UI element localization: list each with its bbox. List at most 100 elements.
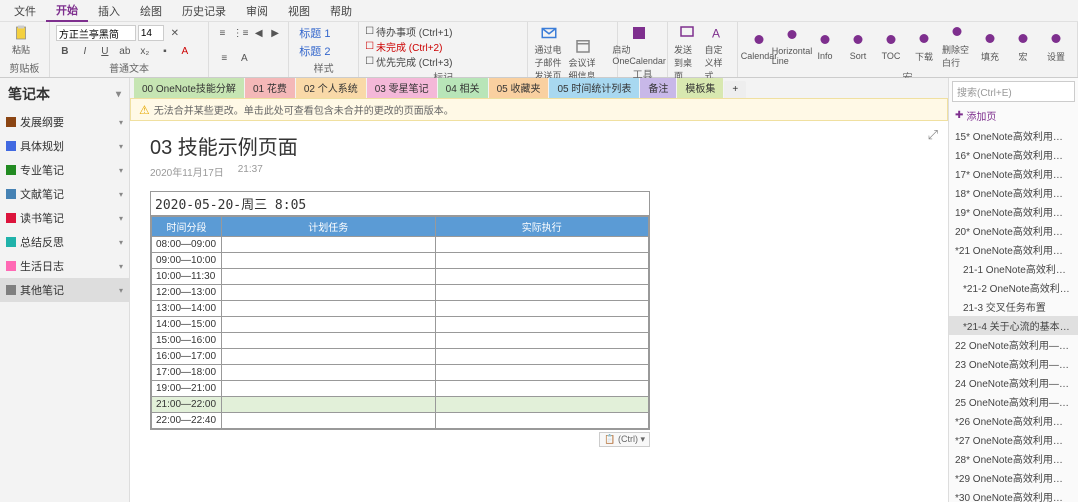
menu-tab-4[interactable]: 历史记录 xyxy=(172,1,236,21)
numbering-button[interactable]: ⋮≡ xyxy=(232,24,250,42)
section-tab[interactable]: 00 OneNote技能分解 xyxy=(134,78,244,98)
italic-button[interactable]: I xyxy=(76,42,94,60)
section-tab[interactable]: 05 收藏夹 xyxy=(489,78,549,98)
clear-format-icon[interactable]: ✕ xyxy=(166,24,184,42)
page-list-item[interactable]: 18* OneNote高效利用—日规划基本 xyxy=(949,183,1078,202)
font-size-select[interactable] xyxy=(138,25,164,41)
outdent-button[interactable]: ◀ xyxy=(252,24,266,42)
macro-9[interactable]: 设置 xyxy=(1041,31,1071,63)
page-list-item[interactable]: 23 OneNote高效利用—日规划基本描 xyxy=(949,354,1078,373)
section-tab[interactable]: 02 个人系统 xyxy=(296,78,366,98)
font-family-select[interactable] xyxy=(56,25,136,41)
table-row[interactable]: 14:00—15:00 xyxy=(152,317,649,333)
table-row[interactable]: 16:00—17:00 xyxy=(152,349,649,365)
onecalendar-button[interactable]: 启动 OneCalendar xyxy=(624,24,654,66)
macro-2[interactable]: Info xyxy=(810,32,840,61)
table-title[interactable]: 2020-05-20-周三 8:05 xyxy=(151,192,649,216)
page-title[interactable]: 03 技能示例页面 xyxy=(150,131,928,160)
macro-0[interactable]: Calendar xyxy=(744,32,774,61)
undone-tag[interactable]: ☐ 未完成 (Ctrl+2) xyxy=(365,39,521,54)
menu-tab-1[interactable]: 开始 xyxy=(46,0,88,22)
page-list-item[interactable]: *21-2 OneNote高效利用—实在想 xyxy=(949,278,1078,297)
table-row[interactable]: 22:00—22:40 xyxy=(152,413,649,429)
paste-options-button[interactable]: 📋 (Ctrl) ▾ xyxy=(599,432,650,447)
notebook-item[interactable]: 文献笔记▾ xyxy=(0,182,129,206)
indent-button[interactable]: ▶ xyxy=(268,24,282,42)
add-page-button[interactable]: ✚ 添加页 xyxy=(949,105,1078,126)
table-row[interactable]: 12:00—13:00 xyxy=(152,285,649,301)
section-tab[interactable]: 03 零星笔记 xyxy=(367,78,437,98)
menu-tab-6[interactable]: 视图 xyxy=(278,1,320,21)
fullscreen-icon[interactable]: ⤢ xyxy=(928,127,938,143)
search-input[interactable]: 搜索(Ctrl+E) xyxy=(952,81,1075,102)
table-row[interactable]: 08:00—09:00 xyxy=(152,237,649,253)
page-list-item[interactable]: *27 OneNote高效利用—什么是ORK xyxy=(949,430,1078,449)
table-row[interactable]: 19:00—21:00 xyxy=(152,381,649,397)
align-button[interactable]: ≡ xyxy=(215,50,233,68)
heading1-style[interactable]: 标题 1 xyxy=(295,24,352,42)
underline-button[interactable]: U xyxy=(96,42,114,60)
page-list-item[interactable]: *29 OneNote高效利用—关于日程规 xyxy=(949,468,1078,487)
notebook-item[interactable]: 具体规划▾ xyxy=(0,134,129,158)
macro-7[interactable]: 填充 xyxy=(975,31,1005,63)
section-tab[interactable]: 模板集 xyxy=(677,78,723,98)
notebook-item[interactable]: 生活日志▾ xyxy=(0,254,129,278)
macro-1[interactable]: Horizontal Line xyxy=(777,27,807,66)
page-list-item[interactable]: *26 OneNote高效利用—日规划基本 xyxy=(949,411,1078,430)
paste-button[interactable]: 粘贴 xyxy=(6,24,36,56)
notebook-item[interactable]: 发展纲要▾ xyxy=(0,110,129,134)
table-row[interactable]: 10:00—11:30 xyxy=(152,269,649,285)
pin-icon[interactable]: ▾ xyxy=(116,89,121,100)
page-list-item[interactable]: *21-4 关于心流的基本意义 xyxy=(949,316,1078,335)
page-canvas[interactable]: ⤢ 03 技能示例页面 2020年11月17日 21:37 2020-05-20… xyxy=(130,121,948,502)
schedule-table[interactable]: 时间分段计划任务实际执行 08:00—09:0009:00—10:0010:00… xyxy=(151,216,649,429)
page-list-item[interactable]: *21 OneNote高效利用—5min原则 xyxy=(949,240,1078,259)
page-list-item[interactable]: 15* OneNote高效利用—日规划基本 xyxy=(949,126,1078,145)
section-tab[interactable]: 01 花费 xyxy=(245,78,295,98)
page-list-item[interactable]: 16* OneNote高效利用—日规划基本 xyxy=(949,145,1078,164)
sub-button[interactable]: x₂ xyxy=(136,42,154,60)
macro-4[interactable]: TOC xyxy=(876,32,906,61)
page-list-item[interactable]: 17* OneNote高效利用—日规划基本 xyxy=(949,164,1078,183)
menu-tab-7[interactable]: 帮助 xyxy=(320,1,362,21)
section-tab[interactable]: 备注 xyxy=(640,78,676,98)
page-list-item[interactable]: 22 OneNote高效利用—日规划基本描 xyxy=(949,335,1078,354)
table-row[interactable]: 09:00—10:00 xyxy=(152,253,649,269)
table-row[interactable]: 15:00—16:00 xyxy=(152,333,649,349)
bullets-button[interactable]: ≡ xyxy=(215,24,229,42)
menu-tab-0[interactable]: 文件 xyxy=(4,1,46,21)
page-list-item[interactable]: 19* OneNote高效利用—日规划基本 xyxy=(949,202,1078,221)
send-desktop-button[interactable]: 发送到桌面 xyxy=(674,24,701,82)
menu-tab-2[interactable]: 插入 xyxy=(88,1,130,21)
table-row[interactable]: 21:00—22:00 xyxy=(152,397,649,413)
page-list-item[interactable]: 21-1 OneNote高效利用—等间距键 xyxy=(949,259,1078,278)
menu-tab-5[interactable]: 审阅 xyxy=(236,1,278,21)
a-button[interactable]: A xyxy=(235,50,253,68)
font-color-button[interactable]: A xyxy=(176,42,194,60)
notebook-item[interactable]: 读书笔记▾ xyxy=(0,206,129,230)
meeting-button[interactable]: 会议详细信息 xyxy=(568,37,598,82)
priority-tag[interactable]: ☐ 优先完成 (Ctrl+3) xyxy=(365,54,521,69)
menu-tab-3[interactable]: 绘图 xyxy=(130,1,172,21)
strike-button[interactable]: ab xyxy=(116,42,134,60)
notebook-item[interactable]: 总结反思▾ xyxy=(0,230,129,254)
heading2-style[interactable]: 标题 2 xyxy=(295,42,352,60)
page-list-item[interactable]: 20* OneNote高效利用—日规划模板 xyxy=(949,221,1078,240)
macro-5[interactable]: 下载 xyxy=(909,31,939,63)
custom-style-button[interactable]: A自定义样式 xyxy=(705,24,732,82)
highlight-button[interactable]: ▪ xyxy=(156,42,174,60)
macro-8[interactable]: 宏 xyxy=(1008,31,1038,63)
bold-button[interactable]: B xyxy=(56,42,74,60)
todo-tag[interactable]: ☐ 待办事项 (Ctrl+1) xyxy=(365,24,521,39)
notebook-item[interactable]: 其他笔记▾ xyxy=(0,278,129,302)
warning-bar[interactable]: ⚠ 无法合并某些更改。单击此处可查看包含未合并的更改的页面版本。 xyxy=(130,98,948,121)
macro-6[interactable]: 删除空白行 xyxy=(942,24,972,69)
table-row[interactable]: 17:00—18:00 xyxy=(152,365,649,381)
page-list-item[interactable]: 25 OneNote高效利用—打卡真的有效 xyxy=(949,392,1078,411)
section-tab[interactable]: 05 时间统计列表 xyxy=(549,78,639,98)
page-list-item[interactable]: 21-3 交叉任务布置 xyxy=(949,297,1078,316)
macro-3[interactable]: Sort xyxy=(843,32,873,61)
notebook-item[interactable]: 专业笔记▾ xyxy=(0,158,129,182)
page-list-item[interactable]: *30 OneNote高效利用—怎么制定年 xyxy=(949,487,1078,502)
table-row[interactable]: 13:00—14:00 xyxy=(152,301,649,317)
